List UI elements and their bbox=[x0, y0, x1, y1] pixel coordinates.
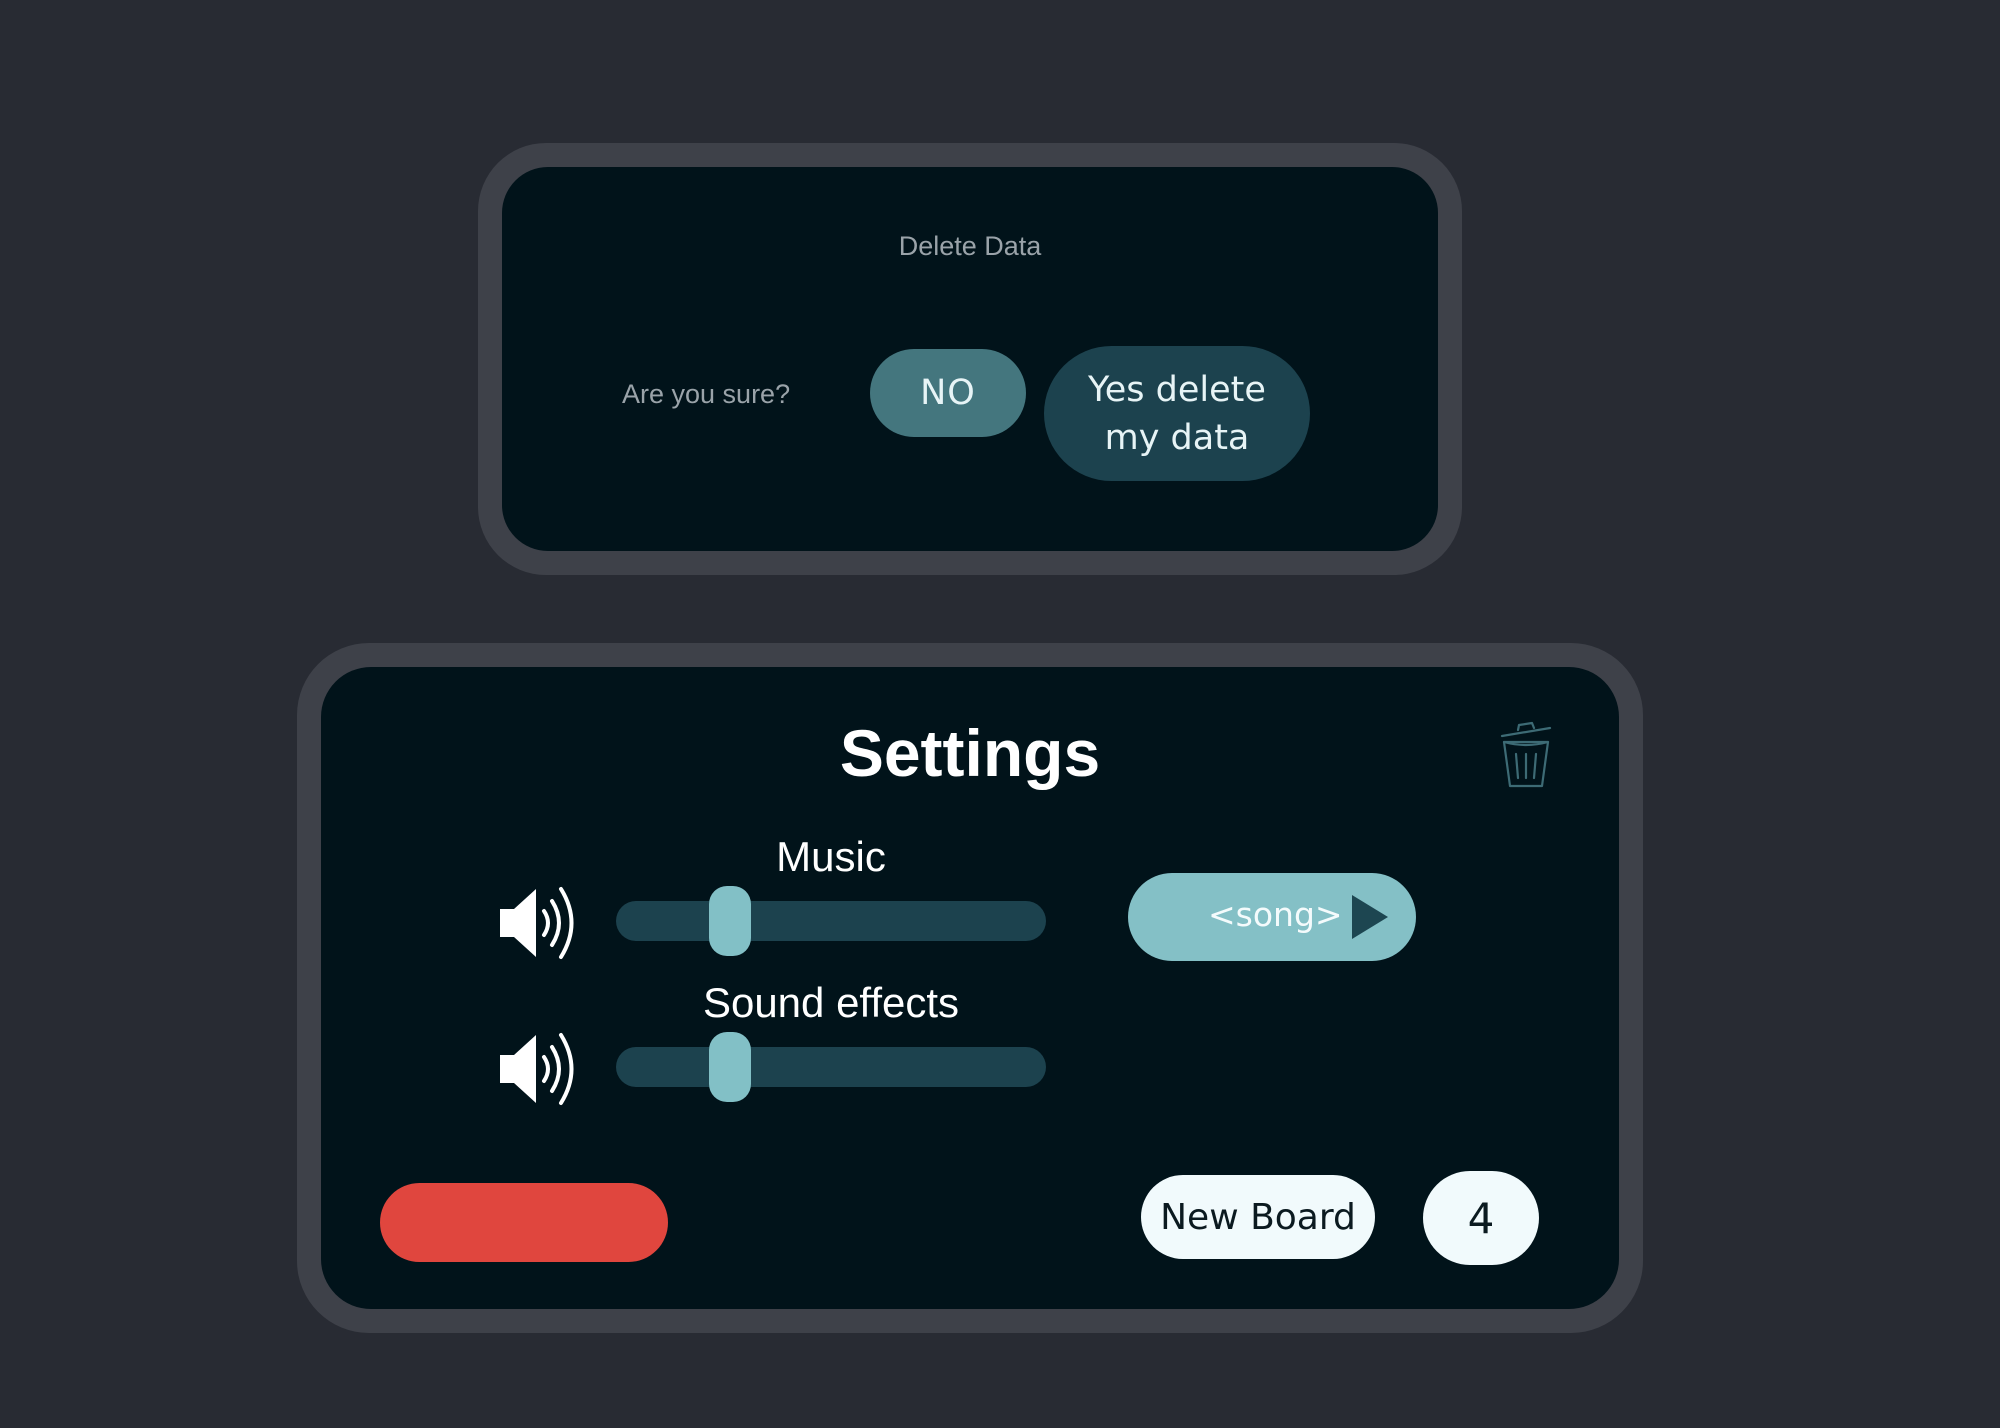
sound-effects-slider-thumb[interactable] bbox=[709, 1032, 751, 1102]
sound-effects-label: Sound effects bbox=[702, 979, 960, 1026]
trash-icon[interactable] bbox=[1498, 718, 1554, 790]
confirm-question: Are you sure? bbox=[622, 379, 791, 409]
yes-delete-button[interactable]: Yes delete my data bbox=[1044, 346, 1310, 481]
play-icon bbox=[1352, 895, 1388, 939]
music-speaker-icon[interactable] bbox=[500, 883, 582, 963]
yes-delete-button-label: Yes delete my data bbox=[1088, 369, 1266, 458]
delete-dialog: Delete Data Are you sure? NO Yes delete … bbox=[478, 143, 1462, 575]
music-slider-thumb[interactable] bbox=[709, 886, 751, 956]
sound-effects-slider[interactable] bbox=[616, 1032, 1046, 1102]
settings-panel: Settings Music <song> Sound effects New … bbox=[297, 643, 1643, 1333]
sound-effects-speaker-icon[interactable] bbox=[500, 1029, 582, 1109]
new-board-button[interactable]: New Board bbox=[1141, 1175, 1375, 1259]
song-play-button[interactable]: <song> bbox=[1128, 873, 1416, 961]
no-button-label: NO bbox=[920, 373, 976, 413]
delete-dialog-title: Delete Data bbox=[898, 231, 1042, 261]
board-count-value: 4 bbox=[1467, 1193, 1495, 1243]
music-label: Music bbox=[776, 833, 886, 880]
music-slider[interactable] bbox=[616, 886, 1046, 956]
no-button[interactable]: NO bbox=[870, 349, 1026, 437]
settings-title: Settings bbox=[839, 716, 1101, 790]
new-board-label: New Board bbox=[1160, 1196, 1356, 1238]
settings-panel-body: Settings Music <song> Sound effects New … bbox=[321, 667, 1619, 1309]
red-action-button[interactable] bbox=[380, 1183, 668, 1262]
screen: Delete Data Are you sure? NO Yes delete … bbox=[0, 0, 2000, 1428]
song-label: <song> bbox=[1208, 895, 1343, 934]
delete-dialog-body: Delete Data Are you sure? NO Yes delete … bbox=[502, 167, 1438, 551]
board-count-button[interactable]: 4 bbox=[1423, 1171, 1539, 1265]
